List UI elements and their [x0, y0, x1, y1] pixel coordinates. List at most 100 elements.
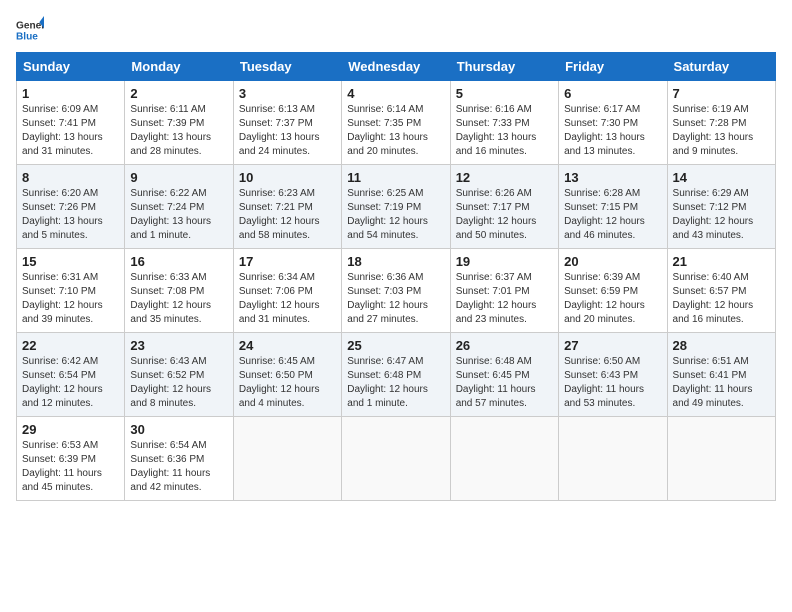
calendar-cell: 24 Sunrise: 6:45 AM Sunset: 6:50 PM Dayli… — [233, 333, 341, 417]
day-number: 9 — [130, 170, 227, 185]
calendar-cell: 27 Sunrise: 6:50 AM Sunset: 6:43 PM Dayli… — [559, 333, 667, 417]
calendar-cell: 23 Sunrise: 6:43 AM Sunset: 6:52 PM Dayli… — [125, 333, 233, 417]
calendar-cell: 21 Sunrise: 6:40 AM Sunset: 6:57 PM Dayli… — [667, 249, 775, 333]
calendar-cell: 28 Sunrise: 6:51 AM Sunset: 6:41 PM Dayli… — [667, 333, 775, 417]
day-number: 19 — [456, 254, 553, 269]
weekday-header-monday: Monday — [125, 53, 233, 81]
calendar-table: SundayMondayTuesdayWednesdayThursdayFrid… — [16, 52, 776, 501]
svg-text:Blue: Blue — [16, 31, 38, 42]
day-number: 27 — [564, 338, 661, 353]
day-number: 21 — [673, 254, 770, 269]
calendar-cell: 6 Sunrise: 6:17 AM Sunset: 7:30 PM Daylig… — [559, 81, 667, 165]
calendar-cell: 16 Sunrise: 6:33 AM Sunset: 7:08 PM Dayli… — [125, 249, 233, 333]
calendar-cell — [450, 417, 558, 501]
day-info: Sunrise: 6:34 AM Sunset: 7:06 PM Dayligh… — [239, 271, 336, 327]
day-info: Sunrise: 6:17 AM Sunset: 7:30 PM Dayligh… — [564, 103, 661, 159]
day-info: Sunrise: 6:37 AM Sunset: 7:01 PM Dayligh… — [456, 271, 553, 327]
day-info: Sunrise: 6:19 AM Sunset: 7:28 PM Dayligh… — [673, 103, 770, 159]
day-info: Sunrise: 6:36 AM Sunset: 7:03 PM Dayligh… — [347, 271, 444, 327]
day-number: 15 — [22, 254, 119, 269]
day-number: 25 — [347, 338, 444, 353]
day-number: 4 — [347, 86, 444, 101]
calendar-cell: 15 Sunrise: 6:31 AM Sunset: 7:10 PM Dayli… — [17, 249, 125, 333]
day-number: 2 — [130, 86, 227, 101]
calendar-cell: 9 Sunrise: 6:22 AM Sunset: 7:24 PM Daylig… — [125, 165, 233, 249]
day-info: Sunrise: 6:40 AM Sunset: 6:57 PM Dayligh… — [673, 271, 770, 327]
day-info: Sunrise: 6:29 AM Sunset: 7:12 PM Dayligh… — [673, 187, 770, 243]
day-info: Sunrise: 6:33 AM Sunset: 7:08 PM Dayligh… — [130, 271, 227, 327]
day-info: Sunrise: 6:09 AM Sunset: 7:41 PM Dayligh… — [22, 103, 119, 159]
day-info: Sunrise: 6:11 AM Sunset: 7:39 PM Dayligh… — [130, 103, 227, 159]
calendar-cell: 18 Sunrise: 6:36 AM Sunset: 7:03 PM Dayli… — [342, 249, 450, 333]
day-number: 18 — [347, 254, 444, 269]
day-number: 20 — [564, 254, 661, 269]
calendar-cell: 12 Sunrise: 6:26 AM Sunset: 7:17 PM Dayli… — [450, 165, 558, 249]
calendar-cell: 29 Sunrise: 6:53 AM Sunset: 6:39 PM Dayli… — [17, 417, 125, 501]
day-number: 29 — [22, 422, 119, 437]
weekday-header-sunday: Sunday — [17, 53, 125, 81]
day-info: Sunrise: 6:51 AM Sunset: 6:41 PM Dayligh… — [673, 355, 770, 411]
calendar-cell: 5 Sunrise: 6:16 AM Sunset: 7:33 PM Daylig… — [450, 81, 558, 165]
day-info: Sunrise: 6:22 AM Sunset: 7:24 PM Dayligh… — [130, 187, 227, 243]
calendar-cell: 11 Sunrise: 6:25 AM Sunset: 7:19 PM Dayli… — [342, 165, 450, 249]
logo: General Blue — [16, 16, 44, 44]
calendar-cell: 25 Sunrise: 6:47 AM Sunset: 6:48 PM Dayli… — [342, 333, 450, 417]
calendar-cell: 19 Sunrise: 6:37 AM Sunset: 7:01 PM Dayli… — [450, 249, 558, 333]
day-number: 7 — [673, 86, 770, 101]
day-info: Sunrise: 6:13 AM Sunset: 7:37 PM Dayligh… — [239, 103, 336, 159]
calendar-cell: 13 Sunrise: 6:28 AM Sunset: 7:15 PM Dayli… — [559, 165, 667, 249]
calendar-cell — [667, 417, 775, 501]
calendar-cell: 10 Sunrise: 6:23 AM Sunset: 7:21 PM Dayli… — [233, 165, 341, 249]
weekday-header-wednesday: Wednesday — [342, 53, 450, 81]
day-info: Sunrise: 6:31 AM Sunset: 7:10 PM Dayligh… — [22, 271, 119, 327]
day-number: 5 — [456, 86, 553, 101]
calendar-cell: 30Sunrise: 6:54 AM Sunset: 6:36 PM Dayli… — [125, 417, 233, 501]
calendar-cell: 17 Sunrise: 6:34 AM Sunset: 7:06 PM Dayli… — [233, 249, 341, 333]
day-number: 26 — [456, 338, 553, 353]
day-number: 12 — [456, 170, 553, 185]
calendar-cell: 3 Sunrise: 6:13 AM Sunset: 7:37 PM Daylig… — [233, 81, 341, 165]
day-number: 3 — [239, 86, 336, 101]
day-number: 14 — [673, 170, 770, 185]
day-info: Sunrise: 6:28 AM Sunset: 7:15 PM Dayligh… — [564, 187, 661, 243]
calendar-cell — [233, 417, 341, 501]
calendar-cell: 4 Sunrise: 6:14 AM Sunset: 7:35 PM Daylig… — [342, 81, 450, 165]
day-number: 1 — [22, 86, 119, 101]
calendar-cell: 8 Sunrise: 6:20 AM Sunset: 7:26 PM Daylig… — [17, 165, 125, 249]
calendar-cell — [559, 417, 667, 501]
day-info: Sunrise: 6:25 AM Sunset: 7:19 PM Dayligh… — [347, 187, 444, 243]
day-info: Sunrise: 6:26 AM Sunset: 7:17 PM Dayligh… — [456, 187, 553, 243]
day-info: Sunrise: 6:23 AM Sunset: 7:21 PM Dayligh… — [239, 187, 336, 243]
calendar-cell: 2 Sunrise: 6:11 AM Sunset: 7:39 PM Daylig… — [125, 81, 233, 165]
weekday-header-tuesday: Tuesday — [233, 53, 341, 81]
day-number: 13 — [564, 170, 661, 185]
day-number: 23 — [130, 338, 227, 353]
calendar-cell: 20 Sunrise: 6:39 AM Sunset: 6:59 PM Dayli… — [559, 249, 667, 333]
day-number: 10 — [239, 170, 336, 185]
day-number: 16 — [130, 254, 227, 269]
day-info: Sunrise: 6:39 AM Sunset: 6:59 PM Dayligh… — [564, 271, 661, 327]
day-number: 24 — [239, 338, 336, 353]
day-number: 17 — [239, 254, 336, 269]
day-info: Sunrise: 6:20 AM Sunset: 7:26 PM Dayligh… — [22, 187, 119, 243]
day-number: 28 — [673, 338, 770, 353]
day-number: 30 — [130, 422, 227, 437]
day-number: 8 — [22, 170, 119, 185]
day-number: 22 — [22, 338, 119, 353]
day-number: 6 — [564, 86, 661, 101]
day-info: Sunrise: 6:14 AM Sunset: 7:35 PM Dayligh… — [347, 103, 444, 159]
day-info: Sunrise: 6:16 AM Sunset: 7:33 PM Dayligh… — [456, 103, 553, 159]
day-number: 11 — [347, 170, 444, 185]
day-info: Sunrise: 6:50 AM Sunset: 6:43 PM Dayligh… — [564, 355, 661, 411]
day-info: Sunrise: 6:42 AM Sunset: 6:54 PM Dayligh… — [22, 355, 119, 411]
day-info: Sunrise: 6:53 AM Sunset: 6:39 PM Dayligh… — [22, 439, 119, 495]
weekday-header-friday: Friday — [559, 53, 667, 81]
day-info: Sunrise: 6:45 AM Sunset: 6:50 PM Dayligh… — [239, 355, 336, 411]
calendar-cell: 7 Sunrise: 6:19 AM Sunset: 7:28 PM Daylig… — [667, 81, 775, 165]
day-info: Sunrise: 6:43 AM Sunset: 6:52 PM Dayligh… — [130, 355, 227, 411]
calendar-cell: 26Sunrise: 6:48 AM Sunset: 6:45 PM Dayli… — [450, 333, 558, 417]
weekday-header-thursday: Thursday — [450, 53, 558, 81]
calendar-cell: 22 Sunrise: 6:42 AM Sunset: 6:54 PM Dayli… — [17, 333, 125, 417]
calendar-cell: 14 Sunrise: 6:29 AM Sunset: 7:12 PM Dayli… — [667, 165, 775, 249]
day-info: Sunrise: 6:47 AM Sunset: 6:48 PM Dayligh… — [347, 355, 444, 411]
